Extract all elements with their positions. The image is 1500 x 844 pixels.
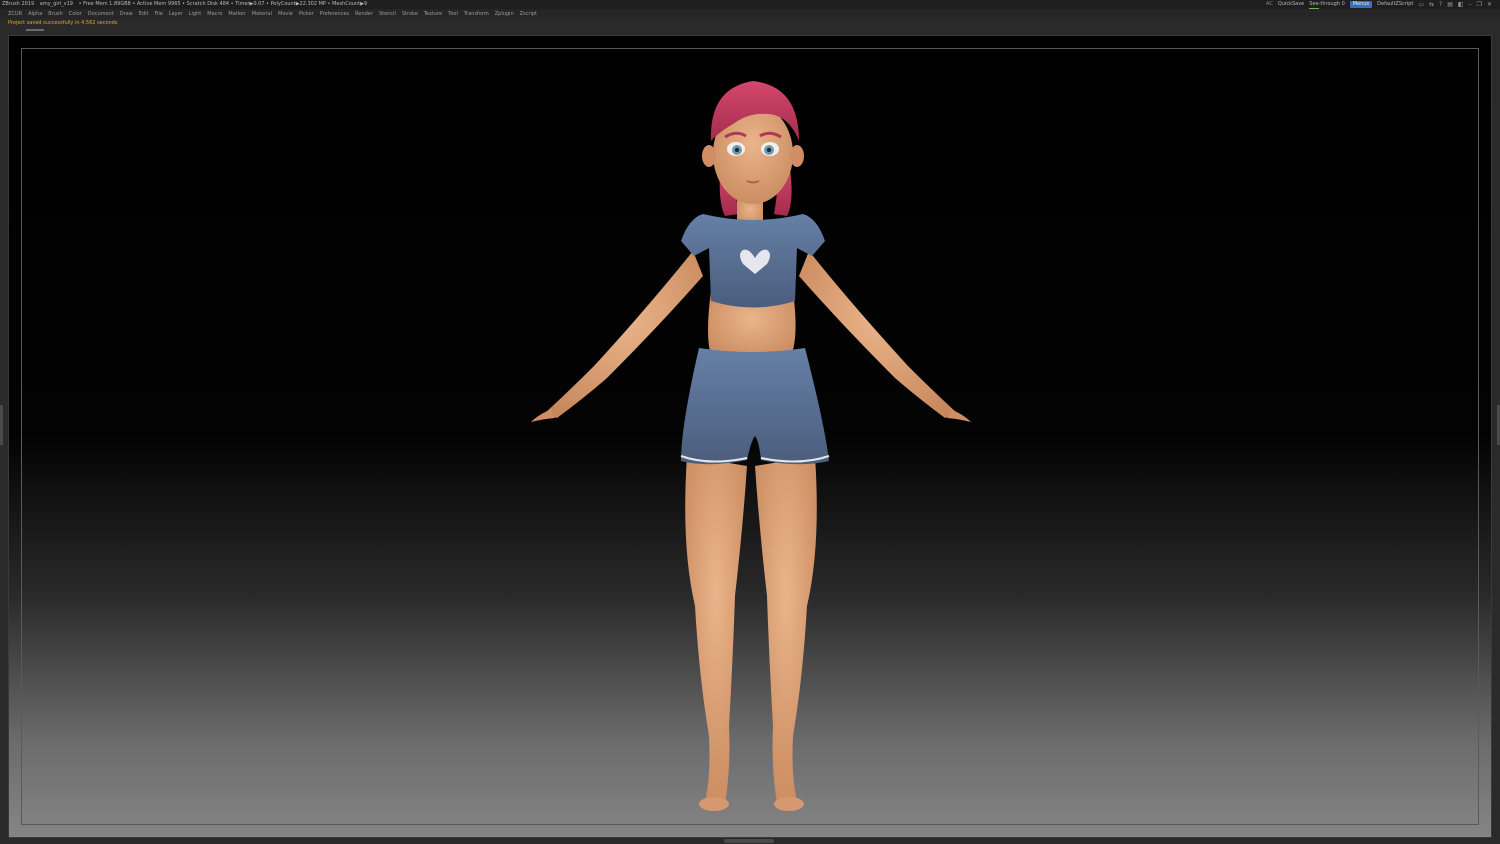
menu-item-light[interactable]: Light	[189, 11, 201, 17]
menu-item-alpha[interactable]: Alpha	[28, 11, 42, 17]
right-pupil	[766, 147, 772, 153]
menu-item-macro[interactable]: Macro	[207, 11, 222, 17]
menu-item-zscript[interactable]: Zscript	[520, 11, 537, 17]
right-leg	[755, 456, 817, 804]
menu-item-transform[interactable]: Transform	[464, 11, 489, 17]
menus-button[interactable]: Menus	[1349, 1, 1373, 8]
zbrush-window: ZBrush 2019 amy_girl_v19 • Free Mem 1.89…	[0, 0, 1500, 844]
menu-item-zplugin[interactable]: Zplugin	[495, 11, 514, 17]
close-icon[interactable]: ✕	[1487, 0, 1492, 9]
document-canvas[interactable]	[8, 35, 1492, 838]
app-title: ZBrush 2019	[2, 1, 35, 7]
menu-item-material[interactable]: Material	[252, 11, 272, 17]
help-icon[interactable]: ?	[1439, 0, 1442, 9]
bottom-tray-handle[interactable]	[724, 839, 774, 843]
menu-item-brush[interactable]: Brush	[48, 11, 62, 17]
ac-button[interactable]: AC	[1266, 0, 1273, 9]
menu-item-stroke[interactable]: Stroke	[402, 11, 418, 17]
menu-items: ZCUR Alpha Brush Color Document Draw Edit File L…	[8, 9, 543, 19]
menu-item-stencil[interactable]: Stencil	[379, 11, 396, 17]
right-foot	[774, 797, 804, 811]
left-leg	[685, 456, 747, 804]
file-name: amy_girl_v19	[39, 1, 73, 7]
menu-item-edit[interactable]: Edit	[139, 11, 149, 17]
menu-item-preferences[interactable]: Preferences	[320, 11, 349, 17]
layout-icon[interactable]: ▭	[1418, 0, 1424, 9]
menu-item-marker[interactable]: Marker	[228, 11, 245, 17]
menu-item-color[interactable]: Color	[69, 11, 82, 17]
left-foot	[699, 797, 729, 811]
quicksave-button[interactable]: QuickSave	[1278, 0, 1304, 9]
save-notification: Project saved successfully in 4.562 seco…	[8, 20, 118, 26]
menu-item-draw[interactable]: Draw	[120, 11, 133, 17]
right-arm	[799, 251, 958, 418]
minimize-icon[interactable]: –	[1469, 0, 1472, 9]
menu-item-texture[interactable]: Texture	[424, 11, 442, 17]
menu-item-file[interactable]: File	[154, 11, 162, 17]
left-tray-handle[interactable]	[0, 405, 3, 445]
left-pupil	[734, 147, 740, 153]
menu-item-tool[interactable]: Tool	[448, 11, 458, 17]
left-hand	[531, 408, 555, 422]
ui-toggle-icon[interactable]: ◧	[1458, 0, 1464, 9]
menu-item-document[interactable]: Document	[88, 11, 114, 17]
progress-bar	[26, 29, 44, 31]
left-ear	[702, 145, 716, 167]
layout-menu-icon[interactable]: ▤	[1447, 0, 1453, 9]
character-model[interactable]	[9, 36, 1493, 839]
title-bar: ZBrush 2019 amy_girl_v19 • Free Mem 1.89…	[0, 0, 1500, 9]
menu-item-render[interactable]: Render	[355, 11, 373, 17]
menu-item-zcur[interactable]: ZCUR	[8, 11, 22, 17]
left-arm	[544, 251, 703, 418]
menu-item-movie[interactable]: Movie	[278, 11, 293, 17]
memory-stats: • Free Mem 1.89GB8 • Active Mem 9965 • S…	[78, 1, 368, 7]
menu-item-layer[interactable]: Layer	[169, 11, 183, 17]
swap-icon[interactable]: ⇆	[1429, 0, 1434, 9]
default-zscript-button[interactable]: DefaultZScript	[1377, 0, 1413, 9]
shorts	[681, 348, 829, 465]
right-hand	[947, 408, 971, 422]
menu-item-picker[interactable]: Picker	[299, 11, 314, 17]
right-ear	[790, 145, 804, 167]
restore-icon[interactable]: ❐	[1477, 0, 1482, 9]
see-through-slider[interactable]: See-through 0	[1309, 0, 1345, 9]
menu-bar: ZCUR Alpha Brush Color Document Draw Edit File L…	[0, 9, 1500, 19]
